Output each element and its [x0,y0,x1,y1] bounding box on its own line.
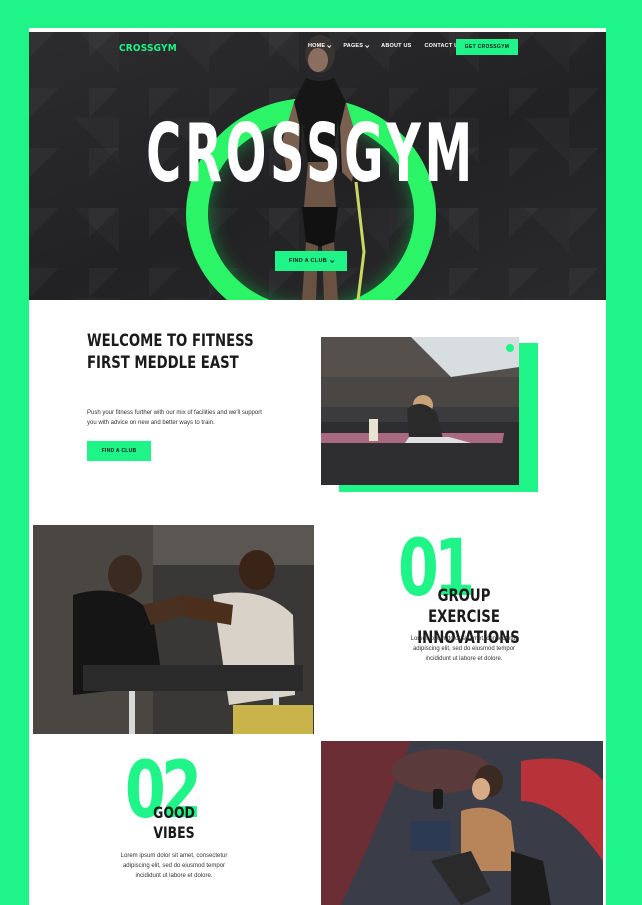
welcome-text: Push your fitness further with our mix o… [87,410,262,426]
feature-title-good-vibes: GOOD VIBES [153,803,195,842]
welcome-find-club-button[interactable]: FIND A CLUB [87,441,151,461]
nav-item-pages[interactable]: PAGES [343,43,370,49]
hero-title: CROSSGYM [146,107,476,200]
nav-item-about-us[interactable]: ABOUT US [381,43,411,49]
spin-class-image [321,741,603,905]
chevron-down-icon [365,43,370,48]
get-crossgym-button[interactable]: GET CROSSGYM [456,39,518,55]
brand-logo[interactable]: CROSSGYM [119,43,177,54]
hero-find-club-button[interactable]: FIND A CLUB [275,251,347,271]
stretching-athlete-image [321,337,519,485]
feature-text-good-vibes: Lorem ipsum dolor sit amet, consectetur … [120,853,228,879]
nav-item-home[interactable]: HOME [308,43,332,49]
main-nav: HOME PAGES ABOUT US CONTACT US [308,43,462,49]
chevron-down-icon [330,258,335,263]
hero-section: CROSSGYM HOME PAGES ABOUT US CONTACT US … [29,28,606,300]
chevron-down-icon [327,43,332,48]
arm-wrestling-image [33,525,314,734]
feature-text-group-exercise: Lorem ipsum dolor sit amet, consectetur … [410,636,518,662]
welcome-title: WELCOME TO FITNESS FIRST MEDDLE EAST [87,331,254,373]
